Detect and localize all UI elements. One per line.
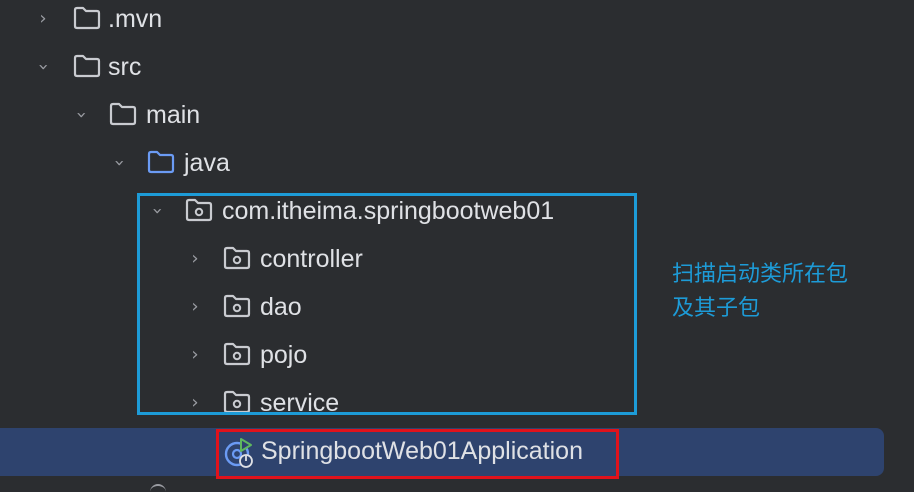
startup-class-highlight-box xyxy=(216,429,619,479)
tree-item-src[interactable]: › src xyxy=(0,44,914,92)
chevron-down-icon[interactable]: › xyxy=(70,104,92,126)
scan-scope-annotation-box xyxy=(137,193,637,415)
folder-icon xyxy=(72,5,102,31)
tree-item-label: .mvn xyxy=(108,5,163,33)
tree-item-label: main xyxy=(146,101,201,129)
tree-item-label: src xyxy=(108,53,142,81)
source-root-folder-icon xyxy=(146,149,176,175)
tree-item-mvn[interactable]: › .mvn xyxy=(0,0,914,44)
chevron-down-icon[interactable]: › xyxy=(108,152,130,174)
partial-next-row-icon xyxy=(150,484,166,492)
project-tree: › .mvn › src › main › java › com.itheima… xyxy=(0,0,914,490)
folder-icon xyxy=(108,101,138,127)
chevron-right-icon[interactable]: › xyxy=(32,8,54,30)
tree-item-label: java xyxy=(184,149,230,177)
tree-item-main[interactable]: › main xyxy=(0,92,914,140)
annotation-line-1: 扫描启动类所在包 xyxy=(672,262,849,287)
scan-scope-annotation: 扫描启动类所在包 及其子包 xyxy=(672,258,892,326)
folder-icon xyxy=(72,53,102,79)
tree-item-java[interactable]: › java xyxy=(0,140,914,188)
annotation-line-2: 及其子包 xyxy=(672,296,761,321)
chevron-down-icon[interactable]: › xyxy=(32,56,54,78)
